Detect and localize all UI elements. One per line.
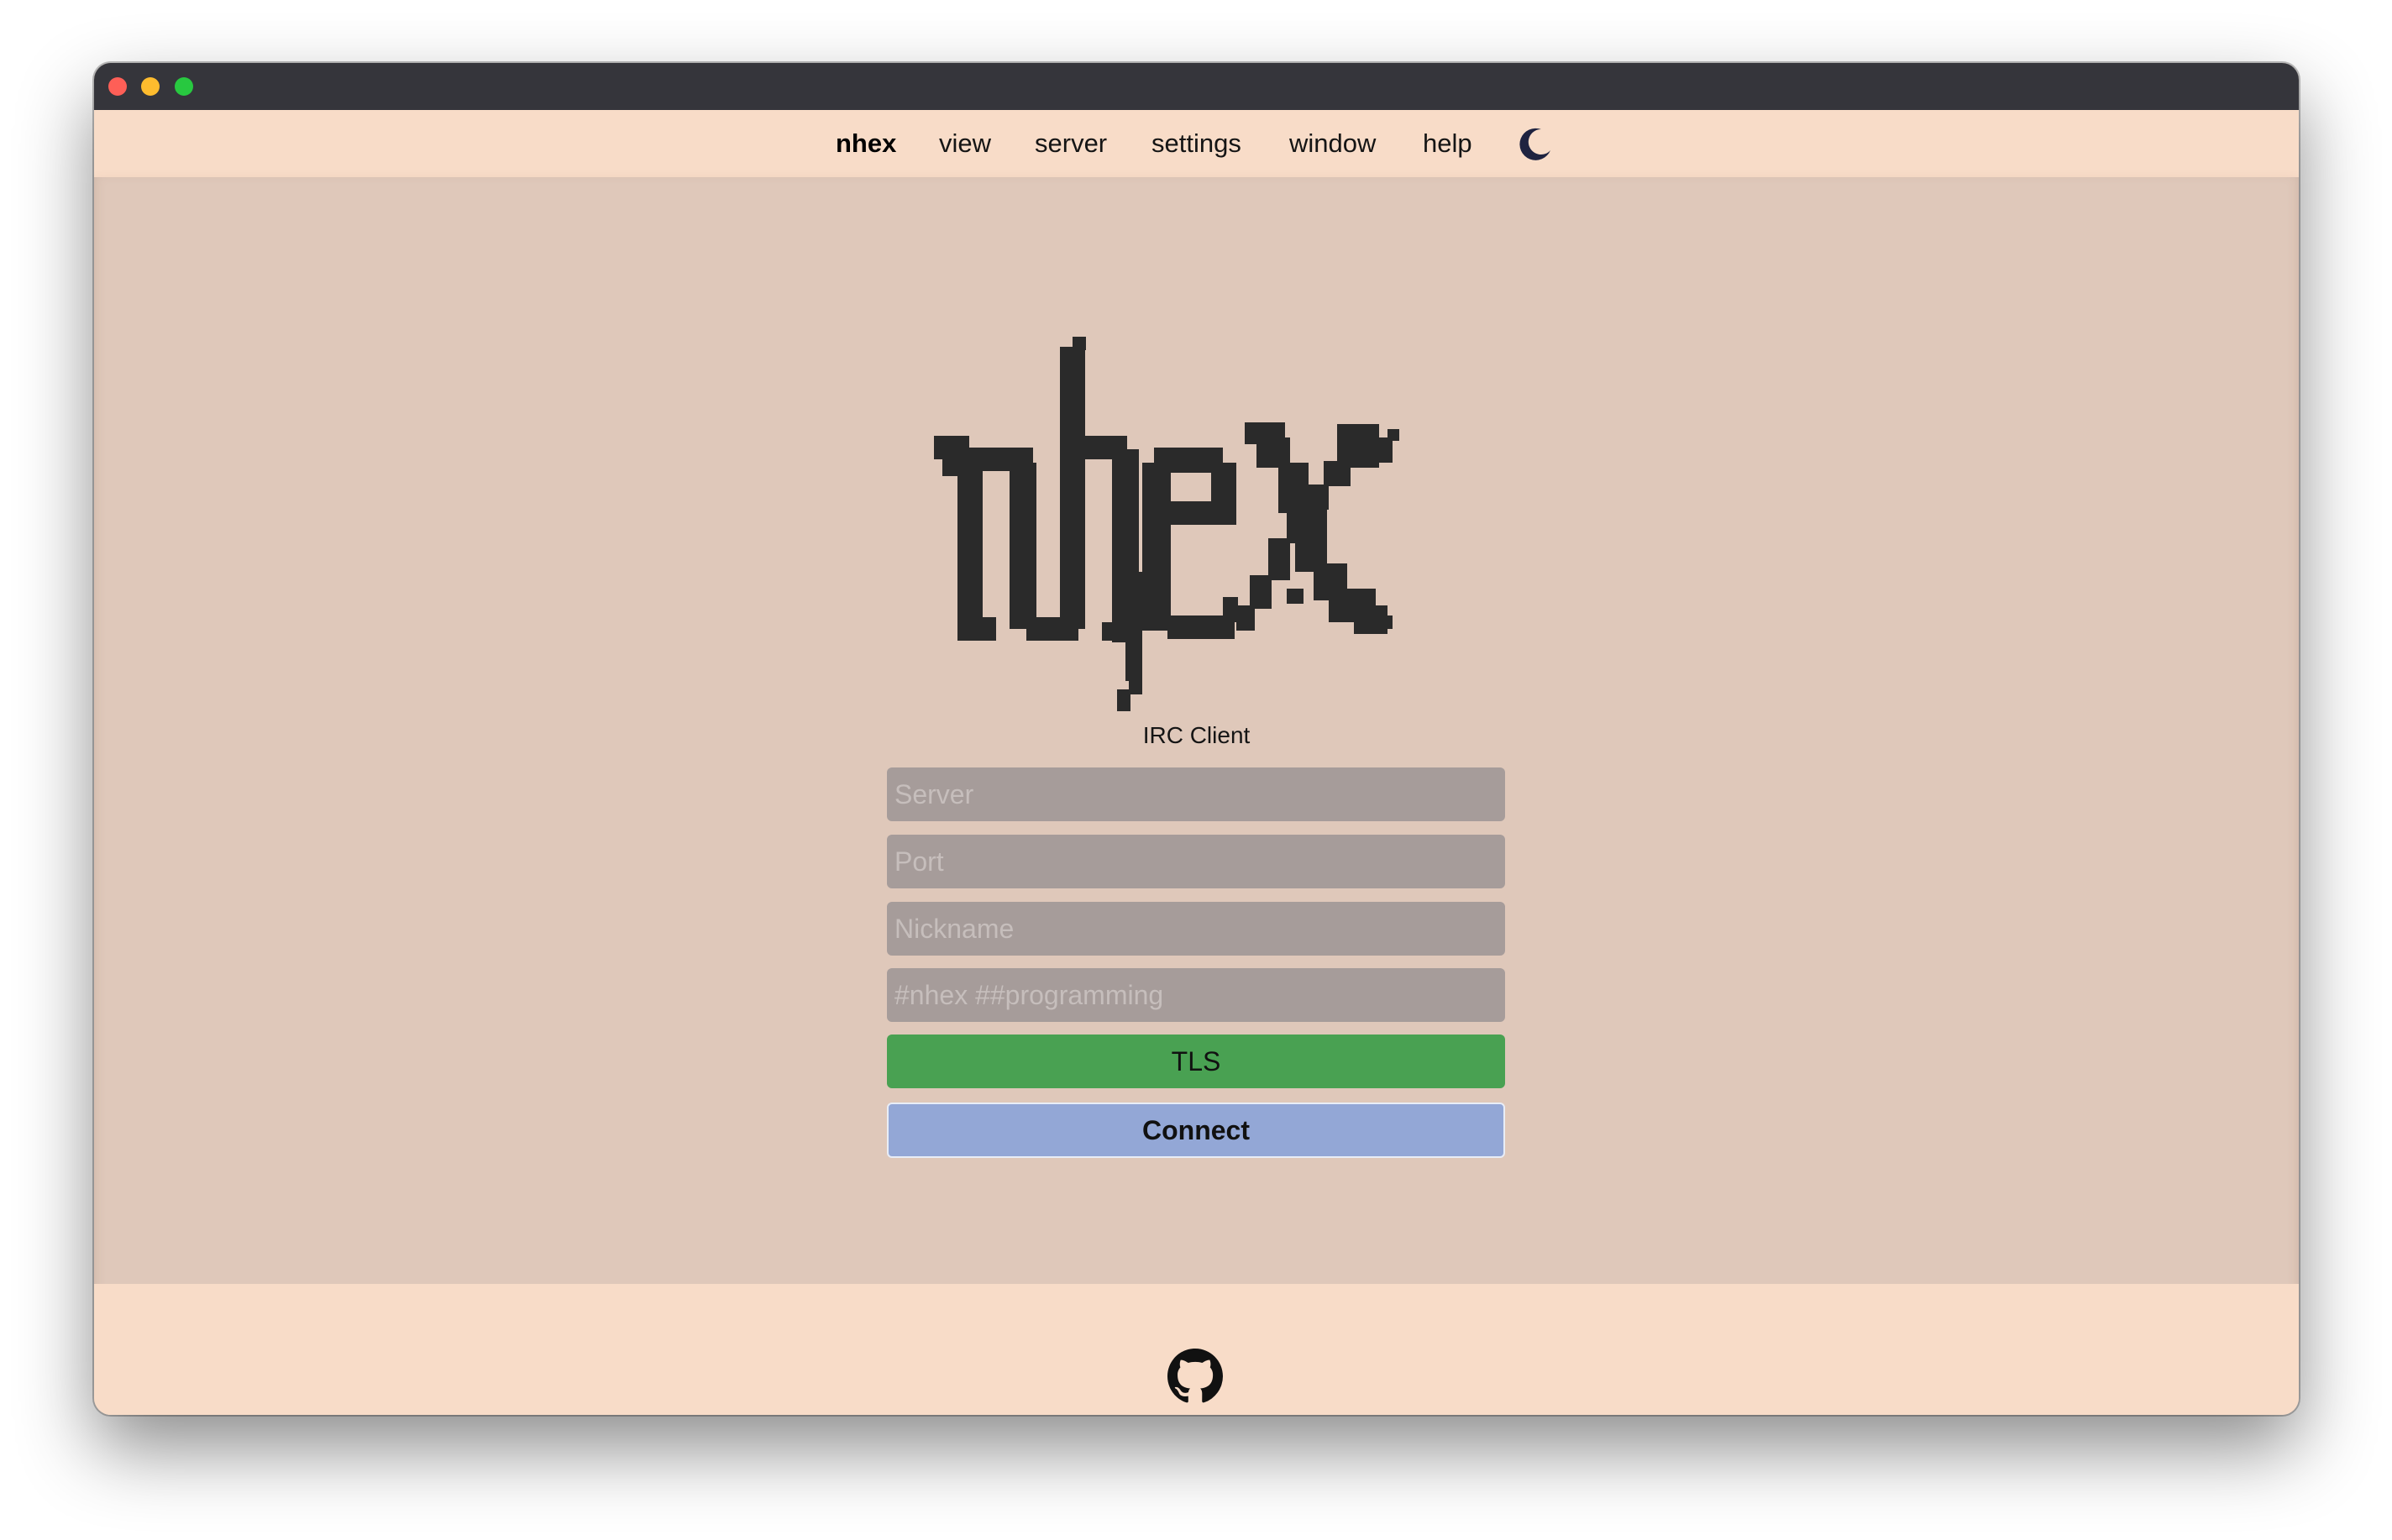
menu-item-server[interactable]: server [1035,127,1107,160]
app-window: nhex view server settings window help IR… [94,63,2299,1415]
app-subtitle: IRC Client [1142,722,1251,748]
minimize-window-button[interactable] [141,77,160,96]
channels-input[interactable] [887,968,1505,1022]
nhex-logo [934,337,1399,711]
moon-icon [1519,128,1550,160]
connect-button[interactable]: Connect [887,1103,1505,1158]
theme-toggle-button[interactable] [1516,125,1555,164]
menu-item-view[interactable]: view [939,127,991,160]
github-link[interactable] [1167,1349,1223,1404]
menu-item-help[interactable]: help [1423,127,1472,160]
server-input[interactable] [887,767,1505,821]
menu-item-window[interactable]: window [1289,127,1376,160]
menu-bar: nhex view server settings window help [94,110,2299,177]
menu-item-settings[interactable]: settings [1151,127,1241,160]
github-icon [1167,1349,1223,1403]
port-input[interactable] [887,835,1505,888]
nickname-input[interactable] [887,902,1505,956]
menu-item-nhex[interactable]: nhex [836,127,896,160]
tls-toggle-button[interactable]: TLS [887,1035,1505,1088]
title-bar [94,63,2299,110]
close-window-button[interactable] [108,77,127,96]
maximize-window-button[interactable] [175,77,193,96]
